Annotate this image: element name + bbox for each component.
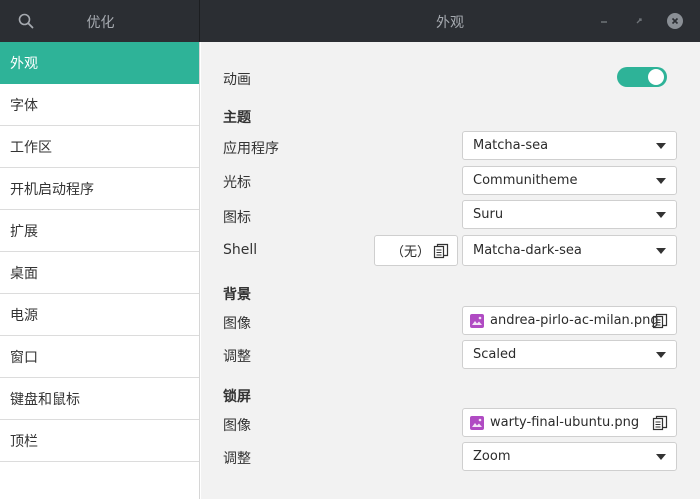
background-adjustment-label: 调整 <box>223 349 251 365</box>
lock-screen-image-file-button[interactable]: warty-final-ubuntu.png <box>462 408 677 437</box>
themes-section-title: 主题 <box>223 110 251 126</box>
shell-theme-dropdown[interactable]: Matcha-dark-sea <box>462 235 677 266</box>
chevron-down-icon <box>656 212 666 218</box>
shell-theme-file-value: （无） <box>391 245 431 260</box>
sidebar-item-power[interactable]: 电源 <box>0 294 199 336</box>
background-image-value: andrea-pirlo-ac-milan.png <box>490 313 659 328</box>
lock-screen-adjustment-value: Zoom <box>473 449 511 464</box>
sidebar-item-top-bar[interactable]: 顶栏 <box>0 420 199 462</box>
chevron-down-icon <box>656 454 666 460</box>
shell-theme-file-button[interactable]: （无） <box>374 235 458 266</box>
icons-theme-label: 图标 <box>223 210 251 226</box>
cursor-theme-label: 光标 <box>223 175 251 191</box>
background-adjustment-value: Scaled <box>473 347 517 362</box>
sidebar-item-windows[interactable]: 窗口 <box>0 336 199 378</box>
chevron-down-icon <box>656 178 666 184</box>
background-image-label: 图像 <box>223 316 251 332</box>
header-bar: 优化 外观 <box>0 0 700 42</box>
lock-screen-adjustment-label: 调整 <box>223 451 251 467</box>
toggle-knob <box>648 69 664 85</box>
minimize-button[interactable] <box>595 12 613 30</box>
sidebar-item-extensions[interactable]: 扩展 <box>0 210 199 252</box>
sidebar-item-fonts[interactable]: 字体 <box>0 84 199 126</box>
background-image-file-button[interactable]: andrea-pirlo-ac-milan.png <box>462 306 677 335</box>
window-title: 外观 <box>436 15 464 31</box>
sidebar-item-keyboard-mouse[interactable]: 键盘和鼠标 <box>0 378 199 420</box>
lock-screen-section-title: 锁屏 <box>223 389 251 405</box>
sidebar: 外观 字体 工作区 开机启动程序 扩展 桌面 电源 窗口 键盘和鼠标 顶栏 <box>0 42 200 499</box>
image-file-icon <box>470 415 484 430</box>
icons-theme-dropdown[interactable]: Suru <box>462 200 677 229</box>
shell-theme-value: Matcha-dark-sea <box>473 243 582 258</box>
minimize-icon <box>601 21 607 23</box>
cursor-theme-value: Communitheme <box>473 173 578 188</box>
header-right: 外观 <box>200 0 700 42</box>
applications-theme-value: Matcha-sea <box>473 138 549 153</box>
chevron-down-icon <box>656 143 666 149</box>
document-icon <box>652 313 668 329</box>
sidebar-title: 优化 <box>86 15 115 31</box>
close-icon <box>667 13 683 29</box>
maximize-button[interactable] <box>630 12 648 30</box>
sidebar-item-desktop[interactable]: 桌面 <box>0 252 199 294</box>
background-section-title: 背景 <box>223 287 251 303</box>
icons-theme-value: Suru <box>473 207 504 222</box>
animation-label: 动画 <box>223 72 251 88</box>
maximize-icon <box>636 18 642 24</box>
cursor-theme-dropdown[interactable]: Communitheme <box>462 166 677 195</box>
lock-screen-image-value: warty-final-ubuntu.png <box>490 415 640 430</box>
image-file-icon <box>470 313 484 328</box>
header-left: 优化 <box>0 0 200 42</box>
sidebar-item-appearance[interactable]: 外观 <box>0 42 199 84</box>
sidebar-item-workspaces[interactable]: 工作区 <box>0 126 199 168</box>
applications-theme-label: 应用程序 <box>223 141 279 157</box>
document-icon <box>652 415 668 431</box>
lock-screen-adjustment-dropdown[interactable]: Zoom <box>462 442 677 471</box>
sidebar-item-startup-applications[interactable]: 开机启动程序 <box>0 168 199 210</box>
chevron-down-icon <box>656 248 666 254</box>
lock-screen-image-label: 图像 <box>223 418 251 434</box>
animation-toggle[interactable] <box>617 67 667 87</box>
background-adjustment-dropdown[interactable]: Scaled <box>462 340 677 369</box>
appearance-panel: 动画 主题 应用程序 Matcha-sea 光标 Communitheme 图标… <box>201 42 700 499</box>
close-button[interactable] <box>666 12 684 30</box>
shell-theme-label: Shell <box>223 242 258 258</box>
applications-theme-dropdown[interactable]: Matcha-sea <box>462 131 677 160</box>
chevron-down-icon <box>656 352 666 358</box>
document-icon <box>433 243 449 259</box>
